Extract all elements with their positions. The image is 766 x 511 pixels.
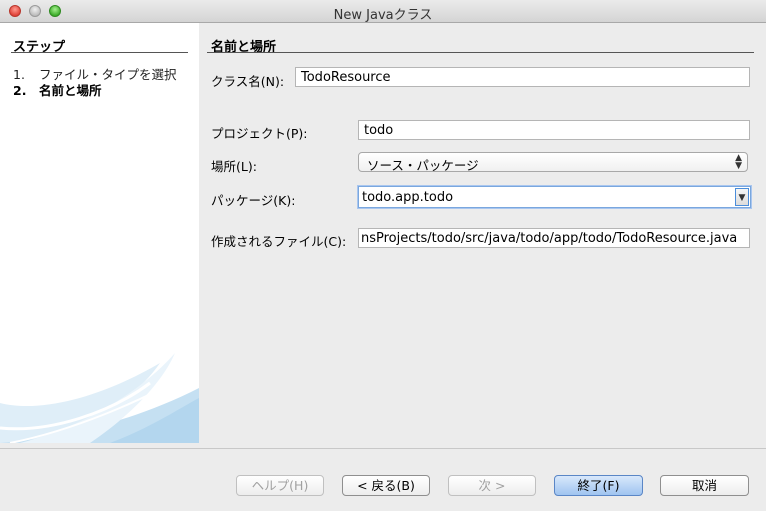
next-button[interactable]: 次 > [448, 475, 536, 496]
name-and-location-panel: 名前と場所 クラス名(N): TodoResource プロジェクト(P): t… [199, 23, 766, 443]
step-number: 2. [13, 83, 27, 98]
title-bar[interactable]: New Javaクラス [0, 0, 766, 23]
updown-arrows-icon: ▲ ▼ [735, 153, 742, 171]
class-name-label: クラス名(N): [211, 74, 285, 89]
created-file-field[interactable]: nsProjects/todo/src/java/todo/app/todo/T… [358, 228, 750, 248]
project-field[interactable]: todo [358, 120, 750, 140]
created-file-label: 作成されるファイル(C): [211, 234, 347, 249]
location-selected-value: ソース・パッケージ [367, 158, 479, 173]
class-name-input[interactable]: TodoResource [295, 67, 750, 87]
window-title: New Javaクラス [333, 8, 433, 23]
steps-panel: ステップ 1. ファイル・タイプを選択 2. 名前と場所 [0, 23, 199, 443]
decorative-swoosh-graphic [0, 353, 199, 443]
finish-button[interactable]: 終了(F) [554, 475, 643, 496]
back-button[interactable]: < 戻る(B) [342, 475, 430, 496]
package-label: パッケージ(K): [211, 193, 296, 208]
step-item-name-and-location: 2. 名前と場所 [13, 80, 102, 99]
location-label: 場所(L): [211, 159, 257, 174]
chevron-down-icon[interactable]: ▼ [735, 188, 749, 206]
project-label: プロジェクト(P): [211, 126, 308, 141]
package-combo-input[interactable]: todo.app.todo ▼ [358, 186, 751, 208]
section-divider [207, 52, 754, 53]
steps-divider [11, 52, 188, 53]
help-button[interactable]: ヘルプ(H) [236, 475, 324, 496]
package-value: todo.app.todo [362, 190, 454, 205]
cancel-button[interactable]: 取消 [660, 475, 749, 496]
step-label: 名前と場所 [39, 83, 102, 98]
location-select[interactable]: ソース・パッケージ ▲ ▼ [358, 152, 748, 173]
dialog-window: New Javaクラス ステップ 1. ファイル・タイプを選択 2. 名前と場所 名… [0, 0, 766, 511]
button-bar: ヘルプ(H) < 戻る(B) 次 > 終了(F) 取消 [0, 448, 766, 511]
